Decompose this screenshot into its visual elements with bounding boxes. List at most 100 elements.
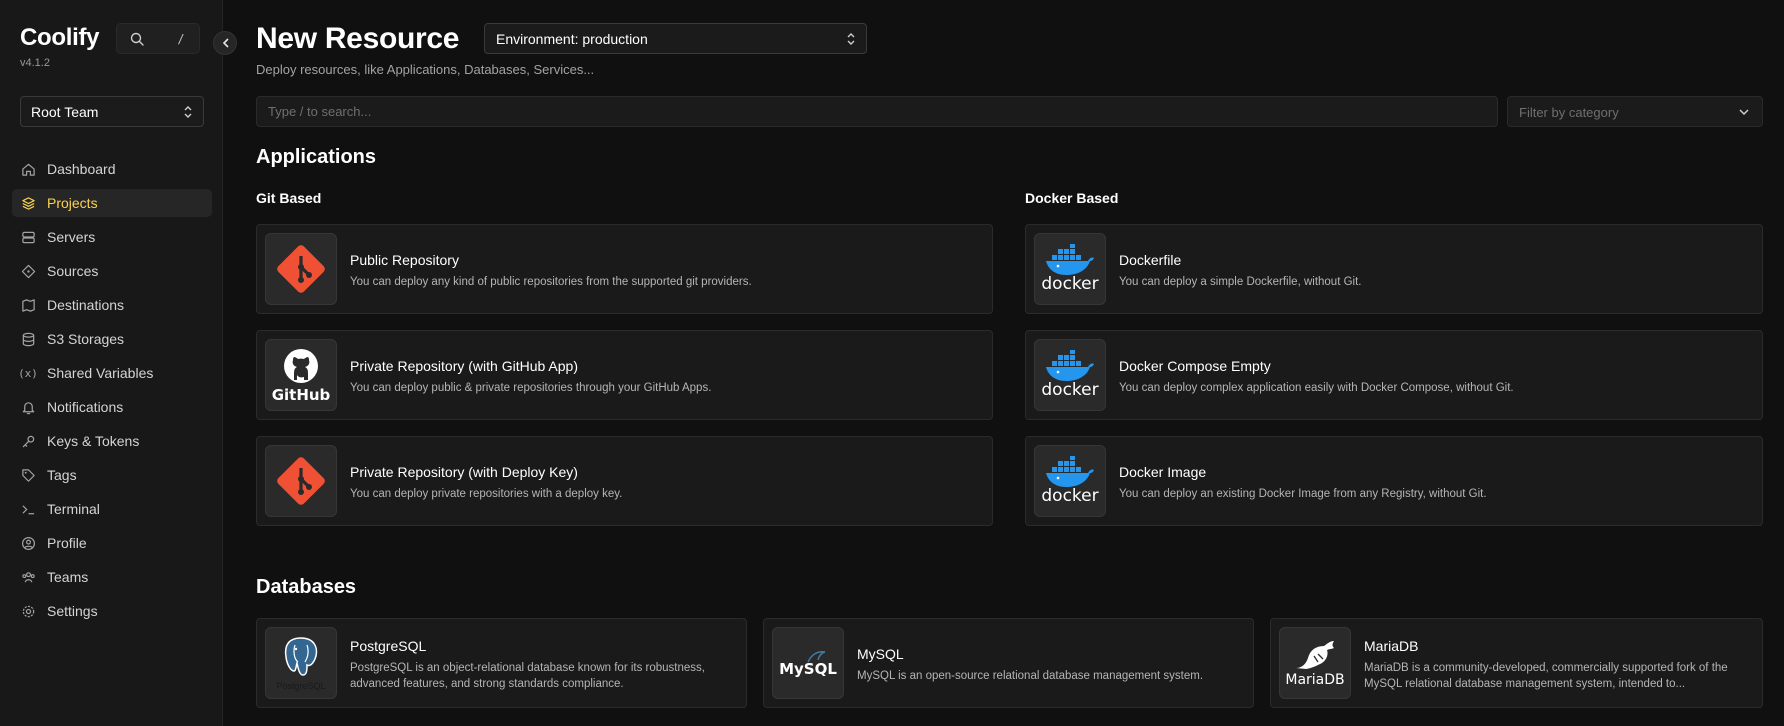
sidebar-item-label: Dashboard	[47, 161, 116, 177]
sidebar-collapse-button[interactable]	[213, 31, 237, 55]
key-icon	[20, 433, 36, 449]
chevron-left-icon	[222, 38, 229, 48]
card-title: Public Repository	[350, 252, 459, 268]
team-select[interactable]: Root Team	[20, 96, 204, 127]
tag-icon	[20, 467, 36, 483]
search-shortcut-key: /	[177, 32, 185, 46]
sidebar-item-settings[interactable]: Settings	[12, 597, 212, 625]
sidebar-item-profile[interactable]: Profile	[12, 529, 212, 557]
docker-logo-text: docker	[1041, 486, 1099, 506]
sidebar-item-sources[interactable]: Sources	[12, 257, 212, 285]
docker-image-card[interactable]: docker Docker Image You can deploy an ex…	[1025, 436, 1763, 526]
terminal-icon	[20, 501, 36, 517]
user-circle-icon	[20, 535, 36, 551]
sidebar-item-label: Projects	[47, 195, 98, 211]
databases-section-title: Databases	[256, 576, 357, 598]
database-icon	[20, 331, 36, 347]
sidebar-item-projects[interactable]: Projects	[12, 189, 212, 217]
users-icon	[20, 569, 36, 585]
sidebar-item-label: Terminal	[47, 501, 100, 517]
card-title: Docker Compose Empty	[1119, 358, 1271, 374]
sidebar-item-label: Destinations	[47, 297, 125, 313]
card-description: You can deploy any kind of public reposi…	[350, 276, 752, 288]
github-logo-icon: GitHub	[265, 339, 337, 411]
docker-compose-empty-card[interactable]: docker Docker Compose Empty You can depl…	[1025, 330, 1763, 420]
git-based-group-title: Git Based	[256, 190, 322, 206]
card-description: You can deploy private repositories with…	[350, 488, 623, 500]
git-logo-icon	[265, 445, 337, 517]
select-caret-icon	[847, 33, 855, 45]
sidebar: Coolify v4.1.2 / Root Team Dashboard Pro…	[0, 0, 223, 726]
card-title: PostgreSQL	[350, 638, 427, 654]
github-logo-text: GitHub	[271, 385, 331, 404]
card-description: You can deploy a simple Dockerfile, with…	[1119, 276, 1362, 288]
card-title: MariaDB	[1364, 638, 1419, 654]
private-repository-deploy-key-card[interactable]: Private Repository (with Deploy Key) You…	[256, 436, 993, 526]
category-filter-select[interactable]: Filter by category	[1507, 96, 1763, 127]
sidebar-item-tags[interactable]: Tags	[12, 461, 212, 489]
sidebar-item-label: Settings	[47, 603, 98, 619]
sidebar-item-label: Servers	[47, 229, 96, 245]
brand-name[interactable]: Coolify	[20, 24, 100, 52]
page-title: New Resource	[256, 22, 460, 55]
bell-icon	[20, 399, 36, 415]
layers-icon	[20, 195, 36, 211]
sidebar-item-shared-variables[interactable]: (x) Shared Variables	[12, 359, 212, 387]
select-caret-icon	[184, 106, 192, 118]
card-description: MySQL is an open-source relational datab…	[857, 670, 1204, 682]
card-title: Docker Image	[1119, 464, 1207, 480]
postgresql-logo-text: PostgreSQL	[276, 681, 326, 691]
card-description: MariaDB is a community-developed, commer…	[1364, 662, 1728, 690]
dockerfile-card[interactable]: docker Dockerfile You can deploy a simpl…	[1025, 224, 1763, 314]
card-description: You can deploy an existing Docker Image …	[1119, 488, 1487, 500]
gear-icon	[20, 603, 36, 619]
mysql-logo-icon: MySQL	[772, 627, 844, 699]
team-select-value: Root Team	[31, 104, 99, 120]
sidebar-item-teams[interactable]: Teams	[12, 563, 212, 591]
home-icon	[20, 161, 36, 177]
mariadb-logo-icon: MariaDB	[1279, 627, 1351, 699]
global-search-button[interactable]: /	[116, 23, 200, 54]
postgresql-logo-icon: PostgreSQL	[265, 627, 337, 699]
docker-logo-icon: docker	[1034, 445, 1106, 517]
map-icon	[20, 297, 36, 313]
mariadb-logo-text: MariaDB	[1285, 672, 1345, 688]
docker-logo-text: docker	[1041, 380, 1099, 400]
mysql-card[interactable]: MySQL MySQL MySQL is an open-source rela…	[763, 618, 1254, 708]
card-title: Private Repository (with GitHub App)	[350, 358, 578, 374]
version-label: v4.1.2	[20, 57, 50, 69]
sidebar-item-label: Teams	[47, 569, 89, 585]
sidebar-item-keys-tokens[interactable]: Keys & Tokens	[12, 427, 212, 455]
page-subtitle: Deploy resources, like Applications, Dat…	[256, 62, 595, 77]
sidebar-item-label: Profile	[47, 535, 87, 551]
environment-select-value: Environment: production	[496, 31, 648, 47]
card-title: MySQL	[857, 646, 904, 662]
git-diamond-icon	[20, 263, 36, 279]
card-title: Dockerfile	[1119, 252, 1182, 268]
variable-icon: (x)	[18, 366, 38, 380]
sidebar-item-notifications[interactable]: Notifications	[12, 393, 212, 421]
sidebar-item-label: Notifications	[47, 399, 124, 415]
docker-based-group-title: Docker Based	[1025, 190, 1119, 206]
public-repository-card[interactable]: Public Repository You can deploy any kin…	[256, 224, 993, 314]
sidebar-item-destinations[interactable]: Destinations	[12, 291, 212, 319]
sidebar-item-dashboard[interactable]: Dashboard	[12, 155, 212, 183]
sidebar-item-terminal[interactable]: Terminal	[12, 495, 212, 523]
chevron-down-icon	[1739, 109, 1749, 116]
environment-select[interactable]: Environment: production	[484, 23, 867, 54]
sidebar-item-s3-storages[interactable]: S3 Storages	[12, 325, 212, 353]
git-logo-icon	[265, 233, 337, 305]
sidebar-item-label: Keys & Tokens	[47, 433, 140, 449]
server-icon	[20, 229, 36, 245]
mariadb-card[interactable]: MariaDB MariaDB MariaDB is a community-d…	[1270, 618, 1763, 708]
sidebar-item-label: Tags	[47, 467, 77, 483]
sidebar-item-label: S3 Storages	[47, 331, 125, 347]
sidebar-item-servers[interactable]: Servers	[12, 223, 212, 251]
card-title: Private Repository (with Deploy Key)	[350, 464, 578, 480]
search-icon	[130, 32, 144, 46]
sidebar-nav: Dashboard Projects Servers Sources Desti…	[12, 155, 212, 631]
resource-search-input[interactable]	[256, 96, 1498, 127]
postgresql-card[interactable]: PostgreSQL PostgreSQL PostgreSQL is an o…	[256, 618, 747, 708]
private-repository-github-app-card[interactable]: GitHub Private Repository (with GitHub A…	[256, 330, 993, 420]
card-description: PostgreSQL is an object-relational datab…	[350, 662, 705, 690]
